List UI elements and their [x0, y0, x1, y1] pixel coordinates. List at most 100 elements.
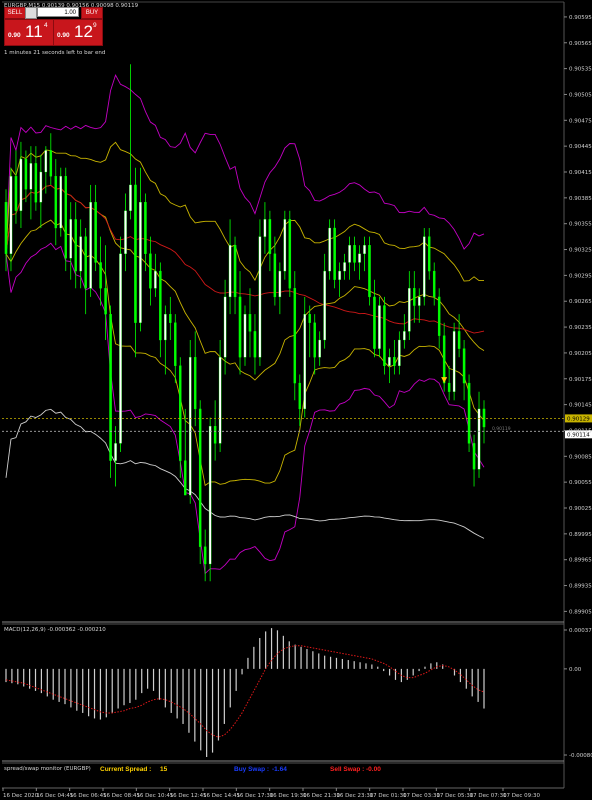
candle-body: [388, 357, 391, 366]
candle-body: [457, 331, 461, 349]
price-tick-label: 0.89995: [569, 532, 592, 538]
sell-button[interactable]: SELL: [4, 7, 26, 19]
price-tick-label: 0.90205: [569, 351, 592, 357]
candle-body: [104, 288, 107, 315]
buy-price-big: 12: [74, 22, 93, 41]
sell-price-lead: 0.90: [8, 32, 21, 39]
price-tick-label: 0.89965: [569, 558, 592, 564]
macd-tick-label: -0.000809: [569, 753, 592, 759]
candle-body: [482, 408, 486, 428]
buy-swap-value: -1.64: [272, 766, 287, 773]
candle-body: [348, 245, 351, 263]
candle-body: [263, 219, 267, 237]
candle-body: [328, 227, 331, 272]
candle-body: [159, 270, 162, 341]
candle-body: [64, 176, 68, 259]
candle-body: [467, 382, 471, 444]
candle-body: [462, 348, 466, 384]
candle-body: [378, 305, 381, 349]
candle-body: [258, 236, 262, 358]
candle-body: [129, 184, 132, 211]
candle-body: [323, 270, 326, 341]
candle-body: [472, 443, 476, 470]
candle-body: [432, 270, 436, 298]
candle-body: [24, 158, 28, 190]
one-click-trading-panel: SELL 1.00 BUY 0.90 11 4 0.90 12 9: [4, 7, 103, 46]
time-tick-label: 16 Dec 10:45: [136, 793, 173, 799]
candle-body: [413, 288, 416, 306]
candle-body: [54, 176, 58, 229]
spread-label: Current Spread :: [100, 766, 151, 773]
candle-body: [243, 314, 247, 358]
candle-body: [353, 245, 356, 263]
candle-body: [288, 219, 292, 289]
candle-body: [29, 163, 33, 190]
candle-body: [19, 158, 23, 211]
candle-body: [124, 210, 127, 254]
candle-body: [183, 460, 187, 496]
sell-price-box[interactable]: 0.90 11 4: [4, 19, 54, 46]
candle-body: [477, 408, 481, 470]
price-tick-label: 0.90505: [569, 92, 592, 98]
candle-body: [248, 314, 252, 332]
time-tick-label: 17 Dec 05:30: [436, 793, 473, 799]
candle-body: [333, 227, 336, 280]
candle-body: [49, 150, 53, 177]
candle-body: [273, 253, 277, 298]
time-tick-label: 17 Dec 03:30: [403, 793, 440, 799]
candle-body: [119, 253, 122, 444]
candle-body: [373, 296, 376, 349]
lot-dropdown[interactable]: [25, 7, 37, 19]
candle-body: [298, 382, 302, 410]
buy-price-box[interactable]: 0.90 12 9: [53, 19, 103, 46]
price-tick-label: 0.90025: [569, 506, 592, 512]
candle-body: [34, 163, 38, 203]
candle-body: [383, 305, 386, 366]
candle-body: [268, 219, 272, 254]
sell-price-sup: 4: [44, 22, 48, 29]
price-tick-label: 0.90385: [569, 196, 592, 202]
candle-body: [193, 357, 197, 410]
price-tick-label: 0.90115: [569, 428, 592, 434]
candle-body: [149, 253, 152, 289]
candle-body: [203, 546, 207, 565]
candle-body: [363, 245, 366, 254]
sell-swap-value: -0.00: [366, 766, 381, 773]
ask-tag-label: 0.90129: [567, 416, 590, 422]
candle-body: [14, 176, 18, 211]
time-tick-label: 16 Dec 19:30: [270, 793, 307, 799]
candle-body: [94, 202, 97, 263]
candle-body: [154, 270, 157, 289]
price-tick-label: 0.90175: [569, 377, 592, 383]
candle-body: [393, 357, 396, 366]
candle-body: [134, 184, 137, 323]
price-tick-label: 0.89905: [569, 609, 592, 615]
candle-body: [422, 236, 426, 298]
candle-body: [9, 176, 13, 254]
candle-body: [442, 335, 446, 384]
candle-body: [218, 357, 222, 444]
candle-body: [39, 171, 43, 203]
price-tick-label: 0.90325: [569, 248, 592, 254]
candle-body: [418, 296, 421, 306]
sell-price-big: 11: [25, 22, 43, 41]
candle-body: [338, 270, 341, 280]
candle-body: [427, 236, 431, 272]
buy-button[interactable]: BUY: [81, 7, 103, 19]
eurgbp-chart[interactable]: 0.901290.901140.90119 0.905950.905650.90…: [0, 0, 592, 800]
candle-body: [188, 357, 192, 496]
price-tick-label: 0.90565: [569, 41, 592, 47]
candle-body: [283, 219, 287, 272]
price-tick-label: 0.90055: [569, 480, 592, 486]
inner-price-label: 0.90119: [492, 426, 511, 432]
time-tick-label: 17 Dec 07:30: [470, 793, 507, 799]
candle-body: [208, 426, 212, 565]
candle-body: [253, 331, 257, 358]
price-tick-label: 0.90295: [569, 273, 592, 279]
candle-body: [84, 236, 87, 289]
candle-body: [79, 236, 82, 272]
lot-size-input[interactable]: 1.00: [37, 7, 79, 17]
price-tick-label: 0.90265: [569, 299, 592, 305]
bar-timer: 1 minutes 21 seconds left to bar end: [4, 50, 105, 56]
time-tick-label: 16 Dec 23:30: [336, 793, 373, 799]
